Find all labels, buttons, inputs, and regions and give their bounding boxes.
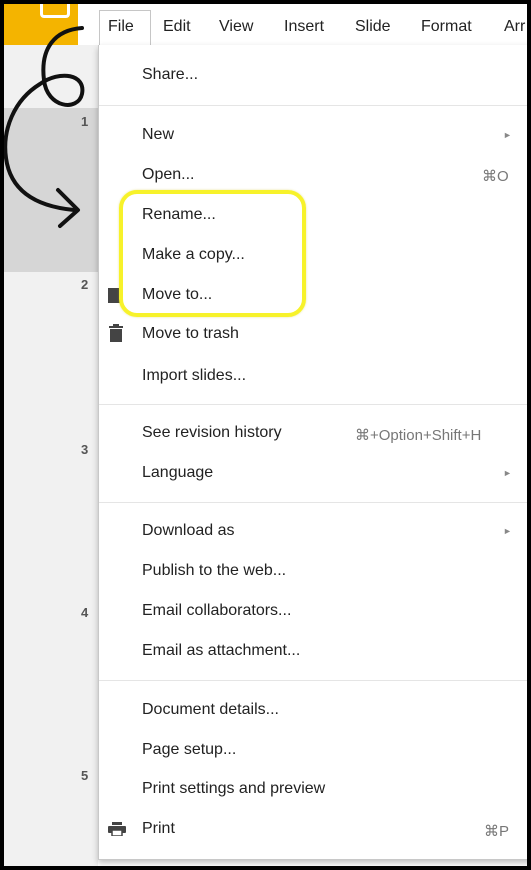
screenshot-border [0,0,531,870]
